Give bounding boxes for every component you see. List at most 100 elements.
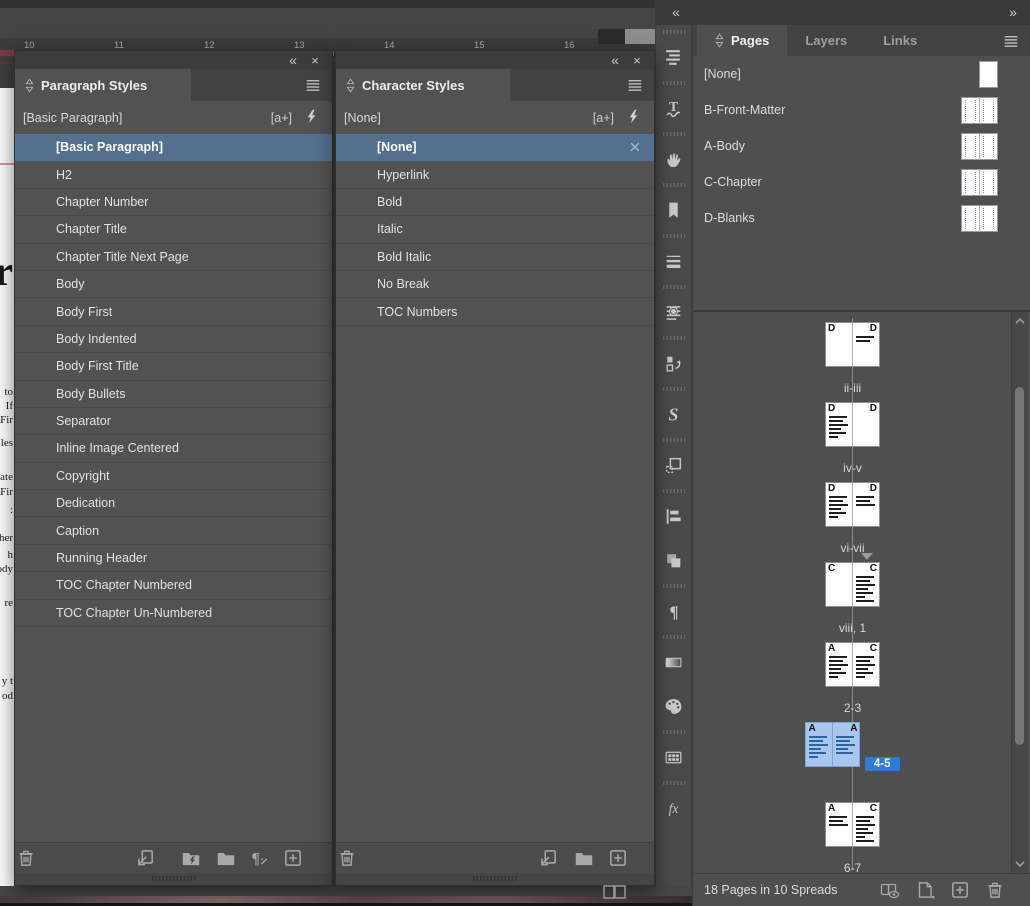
scrollbar-thumb[interactable]: [1015, 387, 1024, 745]
panel-group-grip[interactable]: [663, 387, 685, 391]
style-item[interactable]: TOC Numbers: [336, 298, 654, 325]
page-thumbnail-left[interactable]: A: [825, 642, 853, 687]
style-item[interactable]: Body First Title: [15, 353, 332, 380]
new-page-button[interactable]: [949, 879, 971, 901]
page-thumbnail-right[interactable]: C: [852, 802, 880, 847]
style-item[interactable]: TOC Chapter Un-Numbered: [15, 600, 332, 627]
spread-page-numbers[interactable]: 2-3: [693, 701, 1012, 715]
stroke-panel-button[interactable]: [656, 239, 691, 283]
clear-overrides-button[interactable]: ¶: [248, 847, 270, 869]
panel-group-grip[interactable]: [663, 30, 685, 34]
master-page-row[interactable]: A-Body: [693, 128, 1030, 164]
master-page-row[interactable]: [None]: [693, 56, 1030, 92]
panel-group-grip[interactable]: [663, 285, 685, 289]
panel-titlebar[interactable]: « ×: [336, 51, 654, 69]
color-panel-button[interactable]: [656, 684, 691, 728]
style-item[interactable]: Dedication: [15, 490, 332, 517]
character-panel-button[interactable]: T: [656, 86, 691, 130]
style-item[interactable]: Body: [15, 271, 332, 298]
spread-thumbnail[interactable]: C C: [825, 562, 880, 607]
page-thumbnail-right[interactable]: C: [852, 562, 880, 607]
interactive-panel-button[interactable]: [656, 137, 691, 181]
style-item[interactable]: TOC Chapter Numbered: [15, 572, 332, 599]
effects-panel-button[interactable]: fx: [656, 786, 691, 830]
panel-titlebar[interactable]: « ×: [15, 51, 332, 69]
delete-page-button[interactable]: [984, 879, 1006, 901]
tab-paragraph-styles[interactable]: Paragraph Styles: [15, 69, 191, 101]
style-item[interactable]: Body Indented: [15, 326, 332, 353]
text-frame-options-panel-button[interactable]: [656, 290, 691, 334]
style-item[interactable]: Running Header: [15, 545, 332, 572]
quick-apply-icon[interactable]: [625, 108, 642, 125]
page-thumbnail-right[interactable]: A: [832, 722, 860, 767]
swash-panel-button[interactable]: S: [656, 392, 691, 436]
page-thumbnail-right[interactable]: D: [852, 322, 880, 367]
style-item[interactable]: Inline Image Centered: [15, 435, 332, 462]
collapse-panel-icon[interactable]: «: [284, 52, 302, 68]
style-item[interactable]: [Basic Paragraph]: [15, 134, 332, 161]
dock-tab[interactable]: Pages: [697, 25, 787, 56]
style-item[interactable]: Bold Italic: [336, 244, 654, 271]
page-thumbnail-left[interactable]: D: [825, 482, 853, 527]
page-thumbnail-left[interactable]: A: [825, 802, 853, 847]
master-page-row[interactable]: C-Chapter: [693, 164, 1030, 200]
spread-thumbnail[interactable]: D D: [825, 322, 880, 367]
panel-menu-icon[interactable]: [626, 76, 644, 94]
pathfinder-panel-button[interactable]: [656, 443, 691, 487]
panel-menu-icon[interactable]: [304, 76, 322, 94]
style-item[interactable]: [None]: [336, 134, 654, 161]
load-styles-button[interactable]: [134, 847, 156, 869]
style-item[interactable]: Caption: [15, 517, 332, 544]
panel-group-grip[interactable]: [663, 781, 685, 785]
new-style-group-button[interactable]: [215, 847, 237, 869]
collapse-panel-icon[interactable]: «: [606, 52, 624, 68]
style-item[interactable]: Copyright: [15, 463, 332, 490]
panel-group-grip[interactable]: [663, 438, 685, 442]
spread-page-numbers[interactable]: 4-5: [865, 757, 900, 771]
style-item[interactable]: No Break: [336, 271, 654, 298]
master-page-row[interactable]: D-Blanks: [693, 200, 1030, 236]
gradient-panel-button[interactable]: [656, 640, 691, 684]
expand-dock-icon[interactable]: »: [1004, 4, 1022, 20]
dock-tab[interactable]: Links: [865, 25, 935, 56]
style-item[interactable]: Hyperlink: [336, 161, 654, 188]
style-item[interactable]: Body Bullets: [15, 381, 332, 408]
spread-thumbnail[interactable]: D D: [825, 482, 880, 527]
spread-page-numbers[interactable]: vi-vii: [693, 541, 1012, 555]
swatches-panel-button[interactable]: [656, 735, 691, 779]
tab-character-styles[interactable]: Character Styles: [336, 69, 510, 101]
spread-thumbnail[interactable]: A C: [825, 802, 880, 847]
panel-group-grip[interactable]: [663, 489, 685, 493]
new-style-button[interactable]: [607, 847, 629, 869]
panel-group-grip[interactable]: [663, 234, 685, 238]
scroll-down-icon[interactable]: [1014, 860, 1026, 868]
panel-group-grip[interactable]: [663, 336, 685, 340]
load-styles-button[interactable]: [537, 847, 559, 869]
style-item[interactable]: Separator: [15, 408, 332, 435]
new-spread-button[interactable]: [914, 879, 936, 901]
create-style-from-selection-icon[interactable]: [a+]: [271, 109, 292, 127]
page-thumbnail-left[interactable]: A: [805, 722, 833, 767]
style-group-lightning-button[interactable]: [180, 847, 202, 869]
spread-thumbnail[interactable]: D D: [825, 402, 880, 447]
pages-scrollbar[interactable]: [1011, 312, 1028, 874]
collapse-dock-icon[interactable]: «: [667, 4, 685, 20]
panel-group-grip[interactable]: [663, 635, 685, 639]
spread-page-numbers[interactable]: ii-iii: [693, 381, 1012, 395]
bookmarks-panel-button[interactable]: [656, 188, 691, 232]
spread-thumbnail[interactable]: A A: [805, 722, 860, 767]
horizontal-scrollbar-thumb[interactable]: [625, 29, 656, 44]
new-style-button[interactable]: [282, 847, 304, 869]
spread-page-numbers[interactable]: viii, 1: [693, 621, 1012, 635]
edit-page-size-button[interactable]: [879, 879, 901, 901]
paragraph-panel-button[interactable]: ¶: [656, 589, 691, 633]
delete-button[interactable]: [15, 847, 37, 869]
style-item[interactable]: Chapter Title: [15, 216, 332, 243]
page-thumbnail-right[interactable]: D: [852, 402, 880, 447]
new-style-group-button[interactable]: [573, 847, 595, 869]
page-thumbnail-left[interactable]: C: [825, 562, 853, 607]
page-thumbnail-left[interactable]: D: [825, 322, 853, 367]
object-styles-panel-button[interactable]: [656, 538, 691, 582]
spread-view-icon[interactable]: [601, 884, 629, 900]
panel-group-grip[interactable]: [663, 183, 685, 187]
